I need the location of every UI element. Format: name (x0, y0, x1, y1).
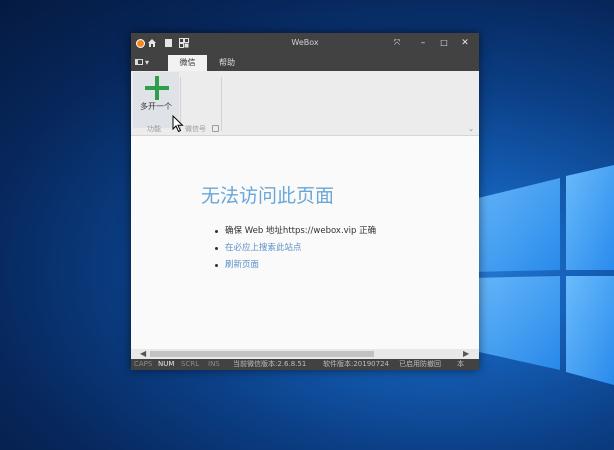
software-version-text: 软件版本:20190724 (323, 360, 389, 368)
browser-content: 无法访问此页面 确保 Web 地址https://webox.vip 正确 在必… (131, 136, 479, 349)
scrollbar-thumb[interactable] (150, 351, 374, 357)
status-overflow-text: 本 (457, 360, 464, 368)
anti-recall-status: 已启用防撤回 (399, 360, 441, 368)
suggestion-check-address: 确保 Web 地址https://webox.vip 正确 (215, 223, 376, 240)
scroll-right-icon[interactable]: ▶ (463, 349, 469, 359)
num-indicator: NUM (158, 360, 175, 368)
minimize-button[interactable]: – (416, 37, 430, 49)
scroll-left-icon[interactable]: ◀ (140, 349, 146, 359)
group-settings-icon[interactable] (212, 125, 219, 132)
chevron-down-icon: ▾ (145, 57, 150, 67)
ins-indicator: INS (208, 360, 220, 368)
group-label-wechat-account: 微信号 (185, 125, 206, 133)
caps-indicator: CAPS (134, 360, 153, 368)
app-menu-button[interactable]: ▾ (135, 56, 157, 68)
suggestion-search-bing-link[interactable]: 在必应上搜索此站点 (215, 240, 376, 257)
group-label-function: 功能 (147, 125, 161, 133)
horizontal-scrollbar[interactable]: ◀ ▶ (131, 349, 479, 359)
fullscreen-button[interactable]: ⤧ (390, 37, 404, 49)
plus-icon (145, 76, 169, 100)
tab-help[interactable]: 帮助 (211, 55, 243, 71)
scrl-indicator: SCRL (181, 360, 200, 368)
webox-window: WeBox ⤧ – □ ✕ ▾ 微信 帮助 多开一个 功能 微信号 ⌄ 无法访问… (131, 33, 479, 370)
maximize-button[interactable]: □ (437, 37, 451, 49)
error-suggestion-list: 确保 Web 地址https://webox.vip 正确 在必应上搜索此站点 … (215, 223, 376, 274)
status-bar: CAPS NUM SCRL INS 当前微信版本:2.6.8.51 软件版本:2… (131, 359, 479, 370)
ribbon-tab-bar: ▾ 微信 帮助 (131, 53, 479, 71)
suggestion-refresh-link[interactable]: 刷新页面 (215, 257, 376, 274)
menu-icon (135, 59, 143, 65)
tab-wechat[interactable]: 微信 (168, 55, 207, 71)
ribbon-divider (221, 77, 222, 131)
close-button[interactable]: ✕ (458, 37, 472, 49)
mouse-cursor-icon (172, 115, 184, 133)
ribbon-collapse-icon[interactable]: ⌄ (468, 125, 474, 133)
error-title: 无法访问此页面 (201, 185, 335, 207)
title-bar: WeBox ⤧ – □ ✕ (131, 33, 479, 53)
wechat-version-text: 当前微信版本:2.6.8.51 (233, 360, 307, 368)
open-another-label: 多开一个 (140, 102, 172, 111)
